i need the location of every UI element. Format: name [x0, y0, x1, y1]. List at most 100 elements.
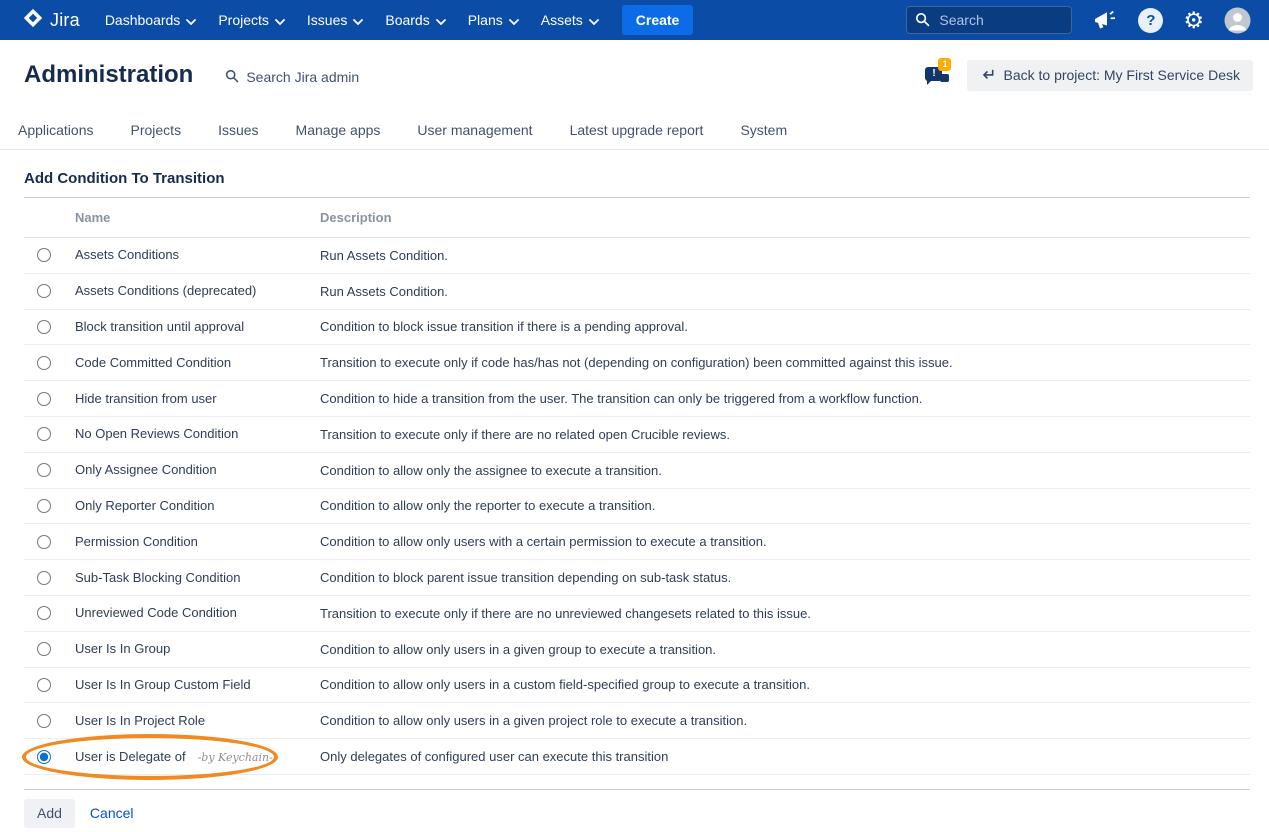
- table-row-assets-conditions: Assets ConditionsRun Assets Condition.: [24, 238, 1250, 274]
- condition-radio-assets-conditions[interactable]: [37, 248, 51, 262]
- nav-menu-boards[interactable]: Boards: [374, 0, 456, 40]
- condition-name: User is Delegate of: [75, 749, 186, 764]
- condition-name: Code Committed Condition: [75, 355, 231, 370]
- condition-name-cell: Block transition until approval: [75, 318, 320, 336]
- admin-search-label: Search Jira admin: [246, 69, 359, 85]
- nav-menu-projects[interactable]: Projects: [207, 0, 296, 40]
- condition-name: User Is In Group: [75, 641, 170, 656]
- nav-menu-label: Boards: [385, 12, 429, 28]
- back-to-project-button[interactable]: Back to project: My First Service Desk: [967, 60, 1253, 91]
- nav-menu-plans[interactable]: Plans: [457, 0, 530, 40]
- radio-cell: [24, 427, 75, 441]
- condition-description: Transition to execute only if code has/h…: [320, 355, 1250, 370]
- condition-radio-user-is-in-project-role[interactable]: [37, 714, 51, 728]
- table-body: Assets ConditionsRun Assets Condition.As…: [24, 238, 1250, 775]
- condition-name-cell: User is Delegate of -by Keychain-: [75, 748, 320, 766]
- table-row-user-is-in-group-custom-field: User Is In Group Custom FieldCondition t…: [24, 668, 1250, 704]
- condition-radio-hide-transition-from-user[interactable]: [37, 392, 51, 406]
- table-row-sub-task-blocking-condition: Sub-Task Blocking Condition Condition to …: [24, 560, 1250, 596]
- condition-radio-unreviewed-code-condition[interactable]: [37, 606, 51, 620]
- admin-header-right: ! 1 Back to project: My First Service De…: [925, 60, 1253, 91]
- notification-badge: 1: [938, 58, 951, 71]
- condition-description: Condition to block issue transition if t…: [320, 319, 1250, 334]
- notifications-icon[interactable]: ! 1: [925, 60, 955, 90]
- back-arrow-icon: [980, 66, 995, 84]
- condition-name-cell: Sub-Task Blocking Condition: [75, 569, 320, 587]
- condition-radio-assets-conditions-deprecated[interactable]: [37, 284, 51, 298]
- chevron-down-icon: [353, 12, 363, 28]
- condition-radio-sub-task-blocking-condition[interactable]: [37, 571, 51, 585]
- nav-menu-dashboards[interactable]: Dashboards: [94, 0, 208, 40]
- speech-bubble-small-icon: [940, 74, 949, 82]
- jira-logo[interactable]: Jira: [0, 7, 94, 34]
- condition-description: Condition to hide a transition from the …: [320, 391, 1250, 406]
- tab-system[interactable]: System: [740, 122, 787, 138]
- tab-user-management[interactable]: User management: [417, 122, 532, 138]
- table-row-no-open-reviews-condition: No Open Reviews ConditionTransition to e…: [24, 417, 1250, 453]
- condition-name: Sub-Task Blocking Condition: [75, 570, 240, 585]
- condition-description: Transition to execute only if there are …: [320, 427, 1250, 442]
- condition-radio-block-transition-until-approval[interactable]: [37, 320, 51, 334]
- condition-description: Only delegates of configured user can ex…: [320, 749, 1250, 764]
- condition-radio-only-assignee-condition[interactable]: [37, 463, 51, 477]
- table-row-assets-conditions-deprecated: Assets Conditions (deprecated) Run Assets…: [24, 274, 1250, 310]
- condition-name: Unreviewed Code Condition: [75, 605, 237, 620]
- condition-name: Only Assignee Condition: [75, 462, 217, 477]
- footer-divider: [24, 789, 1250, 790]
- condition-radio-code-committed-condition[interactable]: [37, 356, 51, 370]
- search-icon: [915, 12, 930, 32]
- table-row-user-is-delegate-of: User is Delegate of -by Keychain- Only del…: [24, 739, 1250, 775]
- gear-icon[interactable]: ⚙: [1183, 9, 1204, 32]
- tab-issues[interactable]: Issues: [218, 122, 258, 138]
- condition-name: Assets Conditions (deprecated): [75, 283, 256, 298]
- jira-logo-icon: [22, 7, 44, 34]
- create-button[interactable]: Create: [622, 5, 694, 35]
- radio-cell: [24, 678, 75, 692]
- admin-search[interactable]: Search Jira admin: [225, 69, 359, 86]
- cancel-link[interactable]: Cancel: [90, 805, 134, 821]
- condition-description: Condition to allow only the assignee to …: [320, 463, 1250, 478]
- condition-radio-permission-condition[interactable]: [37, 535, 51, 549]
- condition-radio-user-is-delegate-of[interactable]: [37, 750, 51, 764]
- table-row-only-reporter-condition: Only Reporter ConditionCondition to allo…: [24, 489, 1250, 525]
- nav-menu-assets[interactable]: Assets: [530, 0, 610, 40]
- navbar-right: ? ⚙: [906, 6, 1269, 34]
- condition-description: Condition to allow only users in a custo…: [320, 677, 1250, 692]
- tab-manage-apps[interactable]: Manage apps: [296, 122, 381, 138]
- nav-menu-label: Issues: [307, 12, 347, 28]
- help-icon[interactable]: ?: [1138, 8, 1163, 33]
- vendor-suffix: -by Keychain-: [198, 751, 273, 764]
- megaphone-icon[interactable]: [1092, 8, 1118, 32]
- condition-radio-no-open-reviews-condition[interactable]: [37, 427, 51, 441]
- radio-cell: [24, 535, 75, 549]
- condition-name-cell: Only Assignee Condition: [75, 461, 320, 479]
- nav-menu-issues[interactable]: Issues: [296, 0, 374, 40]
- back-to-project-label: Back to project: My First Service Desk: [1003, 67, 1240, 83]
- condition-name: Only Reporter Condition: [75, 498, 214, 513]
- radio-cell: [24, 463, 75, 477]
- condition-name: User Is In Project Role: [75, 713, 205, 728]
- avatar[interactable]: [1224, 7, 1251, 34]
- add-button[interactable]: Add: [24, 799, 75, 828]
- condition-radio-only-reporter-condition[interactable]: [37, 499, 51, 513]
- condition-radio-user-is-in-group-custom-field[interactable]: [37, 678, 51, 692]
- condition-description: Condition to block parent issue transiti…: [320, 570, 1250, 585]
- condition-name-cell: Permission Condition: [75, 533, 320, 551]
- condition-name-cell: Only Reporter Condition: [75, 497, 320, 515]
- tab-applications[interactable]: Applications: [18, 122, 94, 138]
- nav-menu-label: Plans: [468, 12, 503, 28]
- main-content: Add Condition To Transition Name Descrip…: [0, 170, 1269, 828]
- radio-cell: [24, 750, 75, 764]
- nav-menus: DashboardsProjects Issues Boards Plans Asset…: [94, 0, 610, 40]
- tab-latest-upgrade-report[interactable]: Latest upgrade report: [570, 122, 704, 138]
- navbar-search-input[interactable]: [906, 6, 1072, 34]
- condition-description: Condition to allow only users with a cer…: [320, 534, 1250, 549]
- condition-radio-user-is-in-group[interactable]: [37, 642, 51, 656]
- tab-projects[interactable]: Projects: [131, 122, 182, 138]
- admin-tabs: Applications Projects Issues Manage apps Use…: [0, 110, 1269, 150]
- condition-description: Run Assets Condition.: [320, 284, 1250, 299]
- condition-name-cell: User Is In Group: [75, 640, 320, 658]
- condition-name-cell: Hide transition from user: [75, 390, 320, 408]
- section-heading: Add Condition To Transition: [24, 170, 1250, 198]
- chevron-down-icon: [436, 12, 446, 28]
